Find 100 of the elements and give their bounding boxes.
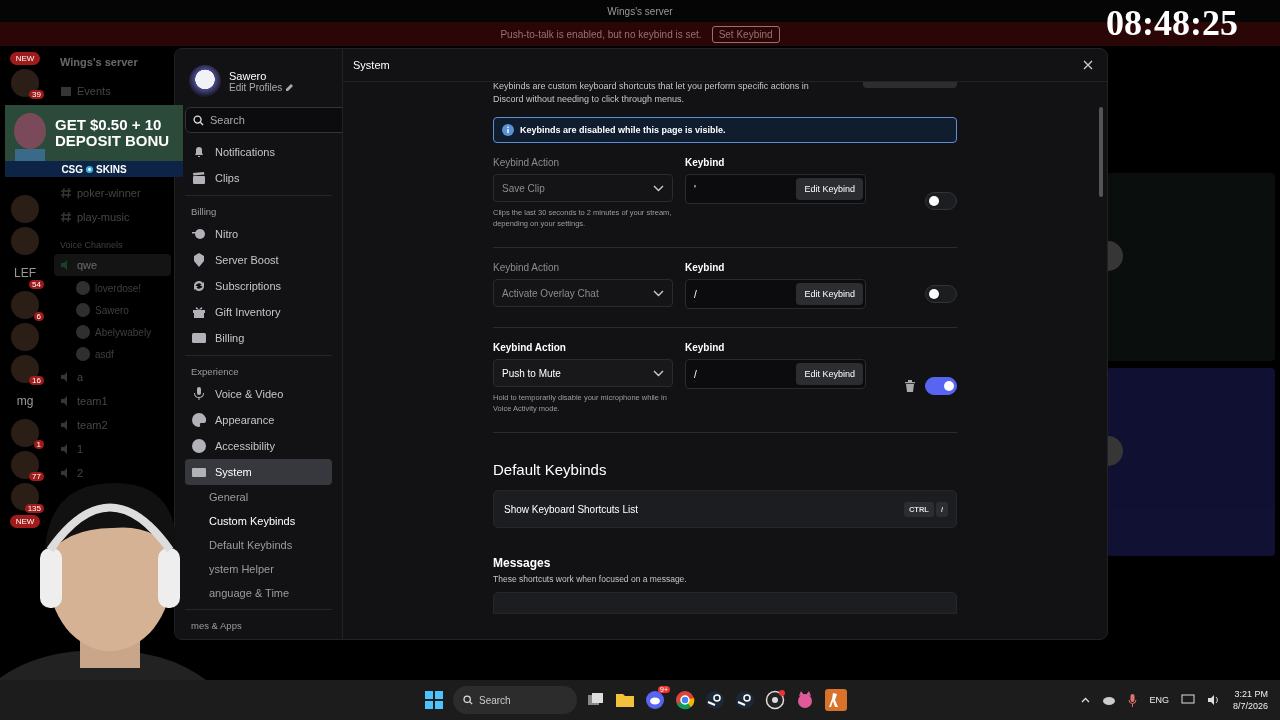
search-icon bbox=[463, 695, 473, 705]
server-icon[interactable] bbox=[11, 483, 39, 511]
unread-badge: 77 bbox=[29, 472, 44, 481]
hash-icon bbox=[60, 187, 72, 199]
section-heading: Billing bbox=[185, 195, 332, 221]
keybind-field[interactable]: / Edit Keybind bbox=[685, 359, 866, 390]
nav-item[interactable]: Voice & Video bbox=[185, 381, 332, 407]
language-indicator[interactable]: ENG bbox=[1149, 695, 1169, 705]
stream-timer: 08:48:25 bbox=[1106, 2, 1238, 44]
edit-keybind-button[interactable]: Edit Keybind bbox=[796, 283, 863, 306]
server-icon[interactable] bbox=[11, 355, 39, 383]
nav-item[interactable]: Billing bbox=[185, 325, 332, 351]
server-icon[interactable]: LEF bbox=[14, 266, 36, 280]
unread-badge: 6 bbox=[33, 312, 44, 321]
folder-icon[interactable] bbox=[615, 691, 635, 709]
volume-icon[interactable] bbox=[1206, 694, 1221, 706]
action-dropdown[interactable]: Save Clip bbox=[493, 174, 673, 203]
shortcut-label: Show Keyboard Shortcuts List bbox=[504, 503, 638, 515]
nav-item[interactable]: Gift Inventory bbox=[185, 299, 332, 325]
window-title: Wings's server bbox=[607, 5, 673, 17]
unread-badge: 39 bbox=[29, 90, 44, 99]
ad-brand: SKINS bbox=[96, 163, 127, 175]
info-icon bbox=[502, 124, 514, 137]
target-icon bbox=[85, 164, 95, 174]
ad-headline: GET $0.50 + 10 bbox=[55, 117, 163, 133]
shield-icon bbox=[191, 252, 207, 268]
game-icon[interactable] bbox=[825, 689, 847, 711]
nav-subitem[interactable]: General bbox=[185, 485, 332, 509]
microphone-icon bbox=[191, 386, 207, 402]
intro-text: Keybinds are custom keyboard shortcuts that let you perform specific actions in Discord without needing to click through menus. bbox=[493, 82, 810, 106]
section-title: Messages bbox=[493, 556, 552, 571]
nav-item[interactable]: Subscriptions bbox=[185, 273, 332, 299]
nav-item[interactable]: Appearance bbox=[185, 407, 332, 433]
set-keybind-button[interactable]: Set Keybind bbox=[711, 25, 780, 43]
field-label: Keybind bbox=[685, 157, 726, 169]
section-subtitle: These shortcuts work when focused on a message. bbox=[493, 574, 688, 585]
field-label: Keybind bbox=[685, 262, 726, 274]
nav-item[interactable]: Notifications bbox=[185, 139, 332, 165]
taskbar-clock[interactable]: 3:21 PM 8/7/2026 bbox=[1232, 689, 1268, 711]
scrollbar[interactable] bbox=[1099, 107, 1103, 197]
section-title: Default Keybinds bbox=[493, 461, 608, 479]
section-heading: Experience bbox=[185, 355, 332, 381]
taskbar-search[interactable]: Search bbox=[453, 686, 577, 714]
profile-name: Sawero bbox=[229, 69, 268, 82]
chevron-icon bbox=[653, 184, 664, 192]
calendar-icon bbox=[60, 85, 72, 97]
edit-keybind-button[interactable]: Edit Keybind bbox=[796, 178, 863, 201]
action-dropdown[interactable]: Activate Overlay Chat bbox=[493, 279, 673, 308]
steam-icon[interactable] bbox=[705, 690, 725, 710]
page-title: System bbox=[353, 59, 390, 71]
edit-keybind-button[interactable]: Edit Keybind bbox=[796, 363, 863, 386]
chat-app-icon[interactable] bbox=[645, 690, 665, 710]
nav-subitem[interactable]: anguage & Time bbox=[185, 581, 332, 605]
action-dropdown[interactable]: Push to Mute bbox=[493, 359, 673, 388]
record-icon[interactable] bbox=[765, 690, 785, 710]
microphone-icon[interactable] bbox=[1128, 693, 1138, 707]
server-icon[interactable]: mg bbox=[16, 394, 34, 408]
keybind-field[interactable]: ' Edit Keybind bbox=[685, 174, 866, 205]
pencil-icon bbox=[286, 83, 295, 91]
notice-text: Push-to-talk is enabled, but no keybind is set. bbox=[500, 28, 702, 40]
palette-icon bbox=[191, 412, 207, 428]
toggle-switch[interactable] bbox=[925, 377, 957, 396]
nav-item[interactable]: Clips bbox=[185, 165, 332, 191]
steam-icon[interactable] bbox=[735, 690, 755, 710]
keybind-field[interactable]: / Edit Keybind bbox=[685, 279, 866, 310]
server-name[interactable]: Wings's server bbox=[54, 52, 171, 78]
search-field[interactable]: Search bbox=[185, 107, 342, 133]
chevron-icon bbox=[653, 289, 664, 297]
nav-item[interactable]: Server Boost bbox=[185, 247, 332, 273]
field-label: Keybind Action bbox=[493, 342, 567, 354]
info-text: Keybinds are disabled while this page is visible. bbox=[520, 125, 726, 136]
cloud-icon[interactable] bbox=[1102, 695, 1117, 705]
edit-profiles-link[interactable]: Edit Profiles bbox=[229, 81, 283, 93]
close-icon[interactable] bbox=[1081, 58, 1095, 72]
unread-badge: 16 bbox=[29, 376, 44, 385]
new-badge: NEW bbox=[9, 52, 41, 65]
toggle-switch[interactable] bbox=[925, 284, 957, 303]
nav-subitem[interactable]: ystem Helper bbox=[185, 557, 332, 581]
nav-item[interactable]: Accessibility bbox=[185, 433, 332, 459]
profile-avatar[interactable] bbox=[189, 65, 221, 97]
field-label: Keybind Action bbox=[493, 157, 561, 169]
field-label: Keybind bbox=[685, 342, 726, 354]
toggle-switch[interactable] bbox=[925, 192, 957, 211]
server-icon[interactable] bbox=[11, 69, 39, 97]
search-icon bbox=[193, 115, 204, 126]
nav-subitem[interactable]: Custom Keybinds bbox=[185, 509, 332, 533]
unread-badge: 135 bbox=[24, 504, 44, 513]
nav-item[interactable]: Nitro bbox=[185, 221, 332, 247]
mascot-app-icon[interactable] bbox=[795, 690, 815, 710]
start-icon[interactable] bbox=[425, 691, 443, 709]
ad-headline: DEPOSIT BONU bbox=[55, 133, 171, 149]
new-badge: NEW bbox=[9, 515, 41, 528]
clapperboard-icon bbox=[191, 170, 207, 186]
browser-icon[interactable] bbox=[675, 690, 695, 710]
nav-item[interactable]: System bbox=[185, 459, 332, 485]
sync-icon bbox=[191, 278, 207, 294]
nav-subitem[interactable]: Default Keybinds bbox=[185, 533, 332, 557]
chevron-up-icon[interactable] bbox=[1081, 697, 1091, 703]
monitor-icon[interactable] bbox=[1180, 694, 1195, 706]
trash-icon[interactable] bbox=[905, 380, 915, 393]
